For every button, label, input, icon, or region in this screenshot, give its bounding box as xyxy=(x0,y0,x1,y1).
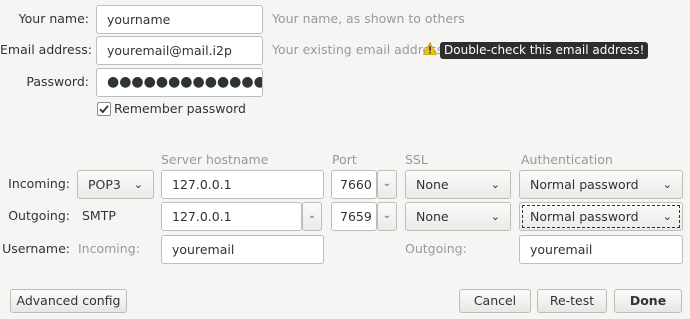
email-label: Email address: xyxy=(0,42,92,57)
email-warning-badge: Double-check this email address! xyxy=(440,42,649,59)
retest-button[interactable]: Re-test xyxy=(537,289,607,313)
incoming-auth-select[interactable]: Normal password ⌄ xyxy=(519,170,683,199)
column-port: Port xyxy=(332,152,357,167)
advanced-config-button[interactable]: Advanced config xyxy=(10,289,127,313)
outgoing-port-input[interactable]: 7659 xyxy=(331,202,377,231)
chevron-down-icon: ⌄ xyxy=(662,210,672,223)
column-authentication: Authentication xyxy=(521,152,613,167)
incoming-auth-value: Normal password xyxy=(530,177,639,192)
incoming-ssl-select[interactable]: None ⌄ xyxy=(405,170,511,199)
outgoing-label: Outgoing: xyxy=(8,208,70,223)
name-hint: Your name, as shown to others xyxy=(272,11,465,26)
chevron-down-icon: ⌄ xyxy=(490,178,500,191)
incoming-protocol-select[interactable]: POP3 ⌄ xyxy=(77,170,154,199)
outgoing-hostname-input[interactable]: 127.0.0.1 xyxy=(161,202,302,231)
name-label: Your name: xyxy=(18,11,89,26)
done-button[interactable]: Done xyxy=(614,289,682,313)
incoming-ssl-value: None xyxy=(416,177,449,192)
incoming-username-input[interactable]: youremail xyxy=(161,235,324,264)
outgoing-auth-select[interactable]: Normal password ⌄ xyxy=(519,202,683,231)
incoming-port-spin-icon[interactable]: ⌄ xyxy=(377,170,397,199)
incoming-hostname-input[interactable]: 127.0.0.1 xyxy=(161,170,324,199)
outgoing-username-input[interactable]: youremail xyxy=(519,235,683,264)
column-hostname: Server hostname xyxy=(161,152,269,167)
outgoing-hostname-dropdown-icon[interactable]: ⌄ xyxy=(302,202,322,231)
email-hint: Your existing email address xyxy=(272,42,444,57)
chevron-down-icon: ⌄ xyxy=(662,178,672,191)
username-outgoing-label: Outgoing: xyxy=(405,241,467,256)
outgoing-auth-value: Normal password xyxy=(530,209,639,224)
chevron-down-icon: ⌄ xyxy=(133,178,143,191)
incoming-label: Incoming: xyxy=(8,176,70,191)
outgoing-port-spin-icon[interactable]: ⌄ xyxy=(377,202,397,231)
checkbox-checked-icon xyxy=(99,105,109,114)
outgoing-protocol: SMTP xyxy=(82,208,116,223)
chevron-down-icon: ⌄ xyxy=(490,210,500,223)
column-ssl: SSL xyxy=(405,152,428,167)
incoming-port-input[interactable]: 7660 xyxy=(331,170,377,199)
remember-checkbox[interactable] xyxy=(97,102,111,116)
username-incoming-label: Incoming: xyxy=(78,241,140,256)
warning-icon xyxy=(423,42,437,55)
remember-password-label[interactable]: Remember password xyxy=(114,99,246,119)
password-input[interactable]: ●●●●●●●●●●●●●●● xyxy=(96,68,263,97)
incoming-protocol-value: POP3 xyxy=(88,177,121,192)
cancel-button[interactable]: Cancel xyxy=(459,289,531,313)
outgoing-ssl-select[interactable]: None ⌄ xyxy=(405,202,511,231)
username-label: Username: xyxy=(2,241,70,256)
email-input[interactable]: youremail@mail.i2p xyxy=(96,36,263,65)
name-input[interactable]: yourname xyxy=(96,5,263,34)
outgoing-ssl-value: None xyxy=(416,209,449,224)
password-label: Password: xyxy=(26,74,89,89)
